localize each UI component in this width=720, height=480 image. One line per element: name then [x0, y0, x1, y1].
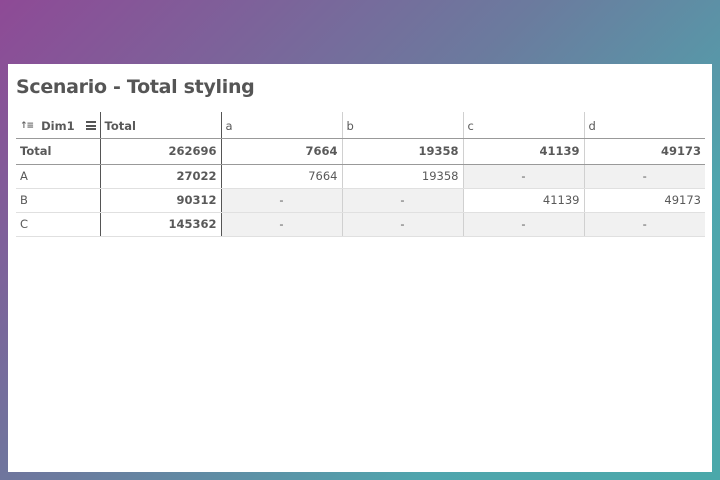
table-cell: 7664 — [221, 164, 343, 189]
hamburger-menu-icon[interactable] — [85, 121, 96, 130]
table-row: C 145362 - - - - — [16, 212, 705, 237]
row-label[interactable]: A — [16, 164, 101, 189]
table-cell: - — [221, 212, 343, 237]
table-cell: - — [342, 212, 464, 237]
total-cell-d: 49173 — [584, 138, 705, 165]
table-cell: - — [342, 188, 464, 213]
row-label[interactable]: B — [16, 188, 101, 213]
column-header-c[interactable]: c — [463, 112, 585, 139]
pivot-table: ↑≡ Dim1 Total a b c d Total 262696 7664 … — [16, 112, 705, 237]
row-total-cell: 145362 — [100, 212, 222, 237]
table-cell: 19358 — [342, 164, 464, 189]
row-label[interactable]: C — [16, 212, 101, 237]
column-header-a[interactable]: a — [221, 112, 343, 139]
row-total-cell: 27022 — [100, 164, 222, 189]
header-row: ↑≡ Dim1 Total a b c d — [16, 112, 705, 139]
total-cell-a: 7664 — [221, 138, 343, 165]
row-total-cell: 90312 — [100, 188, 222, 213]
dim1-header[interactable]: ↑≡ Dim1 — [16, 112, 101, 139]
total-cell-c: 41139 — [463, 138, 585, 165]
table-cell: 41139 — [463, 188, 585, 213]
table-cell: - — [584, 212, 705, 237]
sort-ascending-icon[interactable]: ↑≡ — [20, 121, 34, 131]
column-header-b[interactable]: b — [342, 112, 464, 139]
table-cell: 49173 — [584, 188, 705, 213]
table-cell: - — [584, 164, 705, 189]
table-cell: - — [463, 212, 585, 237]
column-header-d[interactable]: d — [584, 112, 705, 139]
page-title: Scenario - Total styling — [16, 76, 255, 98]
table-row: A 27022 7664 19358 - - — [16, 164, 705, 189]
table-row: B 90312 - - 41139 49173 — [16, 188, 705, 213]
total-column-header[interactable]: Total — [100, 112, 222, 139]
table-cell: - — [463, 164, 585, 189]
total-row: Total 262696 7664 19358 41139 49173 — [16, 138, 705, 165]
total-cell-b: 19358 — [342, 138, 464, 165]
table-cell: - — [221, 188, 343, 213]
pivot-table-panel: Scenario - Total styling ↑≡ Dim1 Total a… — [8, 64, 712, 472]
dim1-header-label: Dim1 — [41, 118, 75, 133]
grand-total-cell: 262696 — [100, 138, 222, 165]
total-row-label: Total — [16, 138, 101, 165]
